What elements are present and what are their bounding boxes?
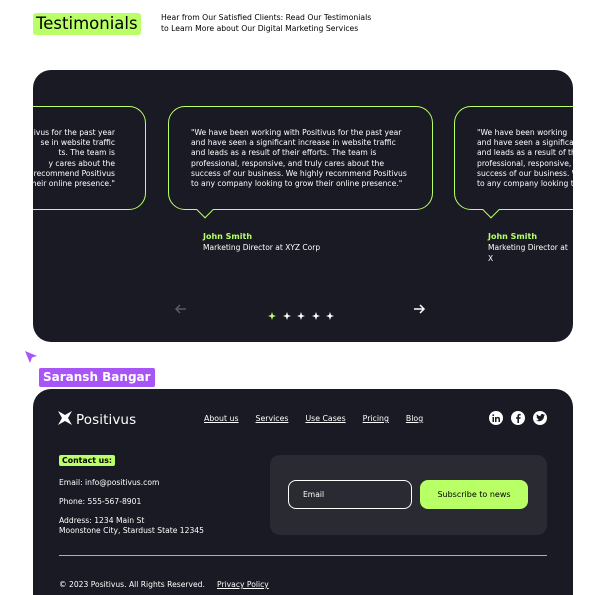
pagination-dot-1[interactable] [268, 305, 276, 320]
email-input[interactable] [288, 480, 412, 509]
author-role: Marketing Director at XYZ Corp [203, 243, 321, 252]
contact-phone: Phone: 555-567-8901 [59, 497, 142, 506]
author-role: Marketing Director at X [488, 243, 568, 263]
testimonial-bubble-left: ivus for the past year se in website tra… [33, 106, 146, 210]
nav-pricing[interactable]: Pricing [363, 414, 389, 423]
author-name: John Smith [488, 232, 538, 241]
privacy-policy-link[interactable]: Privacy Policy [217, 580, 269, 589]
testimonial-quote: "We have been working with Positivus for… [191, 128, 407, 189]
copyright-text: © 2023 Positivus. All Rights Reserved. [59, 580, 205, 589]
pagination-dot-2[interactable] [282, 305, 291, 320]
testimonial-quote: ivus for the past year se in website tra… [33, 128, 115, 189]
contact-label: Contact us: [59, 455, 115, 466]
logo[interactable]: Positivus [58, 410, 136, 429]
newsletter-box: Subscribe to news [270, 455, 547, 535]
nav-blog[interactable]: Blog [406, 414, 423, 423]
author-name: John Smith [203, 232, 253, 241]
twitter-icon[interactable] [533, 411, 547, 425]
logo-icon [58, 410, 72, 429]
facebook-icon[interactable] [511, 411, 525, 425]
footer-nav: About us Services Use Cases Pricing Blog [204, 414, 423, 423]
nav-services[interactable]: Services [256, 414, 289, 423]
cursor-name-tag: Saransh Bangar [39, 368, 155, 387]
contact-address: Address: 1234 Main St Moonstone City, St… [59, 516, 204, 536]
testimonial-quote: "We have been working and have seen a si… [477, 128, 573, 189]
carousel-pagination [268, 305, 335, 320]
pagination-dot-4[interactable] [311, 305, 320, 320]
testimonial-author: John Smith Marketing Director at X [488, 231, 573, 264]
nav-use-cases[interactable]: Use Cases [305, 414, 345, 423]
section-title: Testimonials [33, 13, 141, 35]
section-description: Hear from Our Satisfied Clients: Read Ou… [161, 13, 372, 33]
footer-divider [59, 555, 547, 556]
pagination-dot-3[interactable] [297, 305, 306, 320]
testimonial-bubble-right: "We have been working and have seen a si… [454, 106, 573, 219]
subscribe-button[interactable]: Subscribe to news [420, 480, 528, 509]
nav-about-us[interactable]: About us [204, 414, 239, 423]
testimonials-carousel: ivus for the past year se in website tra… [33, 70, 573, 342]
arrow-right-icon[interactable] [411, 301, 427, 317]
contact-email: Email: info@positivus.com [59, 478, 160, 487]
pagination-dot-5[interactable] [326, 305, 335, 320]
testimonial-bubble-center: "We have been working with Positivus for… [168, 106, 433, 219]
testimonial-author: John Smith Marketing Director at XYZ Cor… [203, 231, 320, 253]
logo-text: Positivus [76, 411, 137, 428]
cursor-pointer-icon [24, 349, 38, 363]
social-links [489, 411, 547, 425]
arrow-left-icon[interactable] [173, 301, 189, 317]
site-footer: Positivus About us Services Use Cases Pr… [33, 389, 573, 595]
linkedin-icon[interactable] [489, 411, 503, 425]
